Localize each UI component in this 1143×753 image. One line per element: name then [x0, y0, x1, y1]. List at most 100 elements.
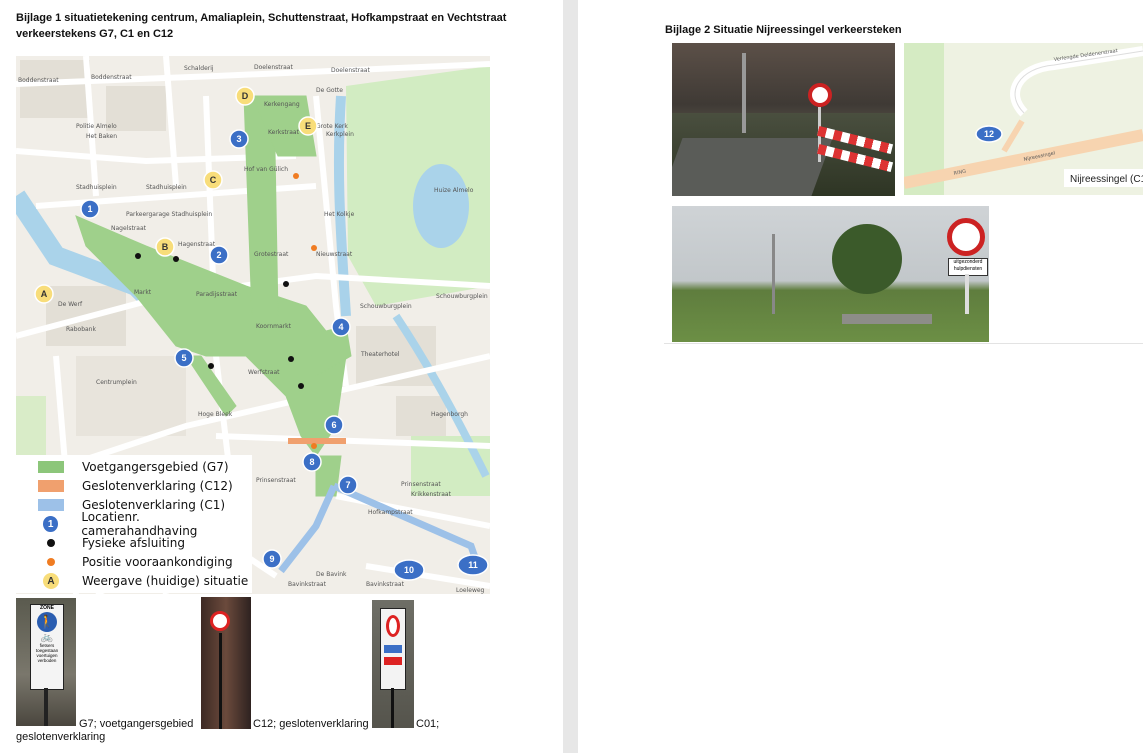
legend-item-pedestrian: Voetgangersgebied (G7) — [16, 458, 229, 476]
camera-marker-2: 2 — [209, 245, 229, 265]
camera-marker-12: 12 — [975, 125, 1003, 143]
photo-path — [842, 314, 932, 324]
physical-barrier — [283, 281, 289, 287]
closed-zone-c12 — [288, 438, 346, 444]
street-label: Schouwburgplein — [436, 293, 488, 300]
camera-marker-4: 4 — [331, 317, 351, 337]
street-label: Hagenborgh — [431, 411, 468, 418]
street-label: Kerkengang — [264, 101, 300, 108]
svg-text:D: D — [242, 91, 249, 101]
legend-swatch-blue — [38, 499, 64, 511]
camera-marker-3: 3 — [229, 129, 249, 149]
svg-text:3: 3 — [236, 134, 241, 144]
legend-item-pre-announce: Positie vooraankondiging — [16, 553, 233, 571]
street-label: Politie Almelo — [76, 123, 117, 130]
camera-marker-11: 11 — [457, 554, 489, 576]
physical-barrier — [173, 256, 179, 262]
street-label: Nagelstraat — [111, 225, 147, 232]
street-label: Koornmarkt — [256, 323, 292, 330]
sign-pole — [391, 688, 394, 728]
c12-sign-icon — [210, 611, 230, 631]
physical-barrier — [208, 363, 214, 369]
situation-marker-b: B — [155, 237, 175, 257]
street-label: Schalderij — [184, 65, 214, 72]
street-label: De Bavink — [316, 571, 347, 578]
svg-text:1: 1 — [87, 204, 92, 214]
camera-marker-9: 9 — [262, 549, 282, 569]
photo-nijreessingel-2: uitgezonderd hulpdiensten — [672, 206, 989, 342]
divider — [664, 343, 1143, 344]
camera-marker-7: 7 — [338, 475, 358, 495]
photo-c01-sign — [372, 600, 414, 728]
svg-text:C: C — [210, 175, 217, 185]
street-label: Bavinkstraat — [366, 581, 405, 588]
situation-marker-c: C — [203, 170, 223, 190]
situation-marker-d: D — [235, 86, 255, 106]
c1-sign-icon — [947, 218, 985, 256]
street-label: Werfstraat — [248, 369, 280, 376]
svg-text:A: A — [41, 289, 48, 299]
street-label: Doelenstraat — [254, 64, 293, 71]
c01-sign-board — [380, 608, 406, 690]
street-label: De Gotte — [316, 87, 343, 94]
map-label: Nijreessingel (C1) — [1070, 174, 1143, 185]
caption-c01-line1: C01; — [416, 718, 440, 730]
document-page-bijlage-1: Bijlage 1 situatietekening centrum, Amal… — [0, 0, 563, 753]
document-page-bijlage-2: Bijlage 2 Situatie Nijreessingel verkeer… — [578, 0, 1143, 753]
sign-pole — [219, 633, 222, 729]
lamp-post — [742, 53, 746, 133]
pre-announcement — [311, 443, 317, 449]
heading-line-1: Bijlage 1 situatietekening centrum, Amal… — [16, 12, 507, 24]
svg-text:7: 7 — [345, 480, 350, 490]
svg-text:9: 9 — [269, 554, 274, 564]
nijreessingel-map: Verlengde Deldenerstraat Nijreessingel R… — [904, 43, 1143, 195]
svg-text:B: B — [162, 242, 169, 252]
street-label: Doelenstraat — [331, 67, 370, 74]
street-label: De Werf — [58, 301, 83, 308]
street-label: Hofkampstraat — [368, 509, 413, 516]
physical-barrier — [288, 356, 294, 362]
legend-item-closed-c12: Geslotenverklaring (C12) — [16, 477, 233, 495]
legend-item-camera: 1 Locatienr. camerahandhaving — [16, 510, 252, 538]
street-label: Hagenstraat — [178, 241, 216, 248]
pre-announcement — [293, 173, 299, 179]
street-label: Theaterhotel — [360, 351, 400, 358]
street-label: Boddenstraat — [18, 77, 59, 84]
caption-c12: C12; geslotenverklaring — [253, 718, 369, 730]
map-legend: Voetgangersgebied (G7) Geslotenverklarin… — [16, 455, 252, 593]
photo-road — [672, 138, 833, 196]
legend-situation-symbol: A — [43, 573, 59, 589]
street-label: Stadhuisplein — [76, 184, 117, 191]
svg-text:2: 2 — [216, 250, 221, 260]
bicycle-icon: 🚲 — [40, 632, 54, 643]
street-label: Markt — [134, 289, 152, 296]
physical-barrier — [135, 253, 141, 259]
sign-subplate — [384, 645, 402, 653]
caption-g7: G7; voetgangersgebied — [79, 718, 194, 730]
legend-black-dot — [47, 539, 55, 547]
legend-swatch-green — [38, 461, 64, 473]
svg-text:4: 4 — [338, 322, 343, 332]
pond — [413, 164, 469, 248]
street-label: Krikkenstraat — [411, 491, 452, 498]
c01-sign-icon — [386, 615, 400, 637]
camera-marker-6: 6 — [324, 415, 344, 435]
svg-text:6: 6 — [331, 420, 336, 430]
street-label: Nieuwstraat — [316, 251, 353, 258]
situation-marker-e: E — [298, 116, 318, 136]
street-label: Grotestraat — [254, 251, 289, 258]
street-label: Bavinkstraat — [288, 581, 327, 588]
sign-pole — [44, 688, 48, 726]
legend-item-situation: A Weergave (huidige) situatie — [16, 572, 248, 590]
street-label: Grote Kerk — [316, 123, 348, 130]
tree — [832, 224, 902, 294]
legend-camera-symbol: 1 — [43, 516, 59, 532]
legend-item-physical: Fysieke afsluiting — [16, 534, 185, 552]
caption-c01-line2: geslotenverklaring — [16, 731, 106, 743]
street-label: Boddenstraat — [91, 74, 132, 81]
camera-marker-1: 1 — [80, 199, 100, 219]
street-label: Loeleweg — [456, 587, 485, 594]
pre-announcement — [311, 245, 317, 251]
c1-sign-icon — [808, 83, 832, 107]
situation-marker-a: A — [34, 284, 54, 304]
